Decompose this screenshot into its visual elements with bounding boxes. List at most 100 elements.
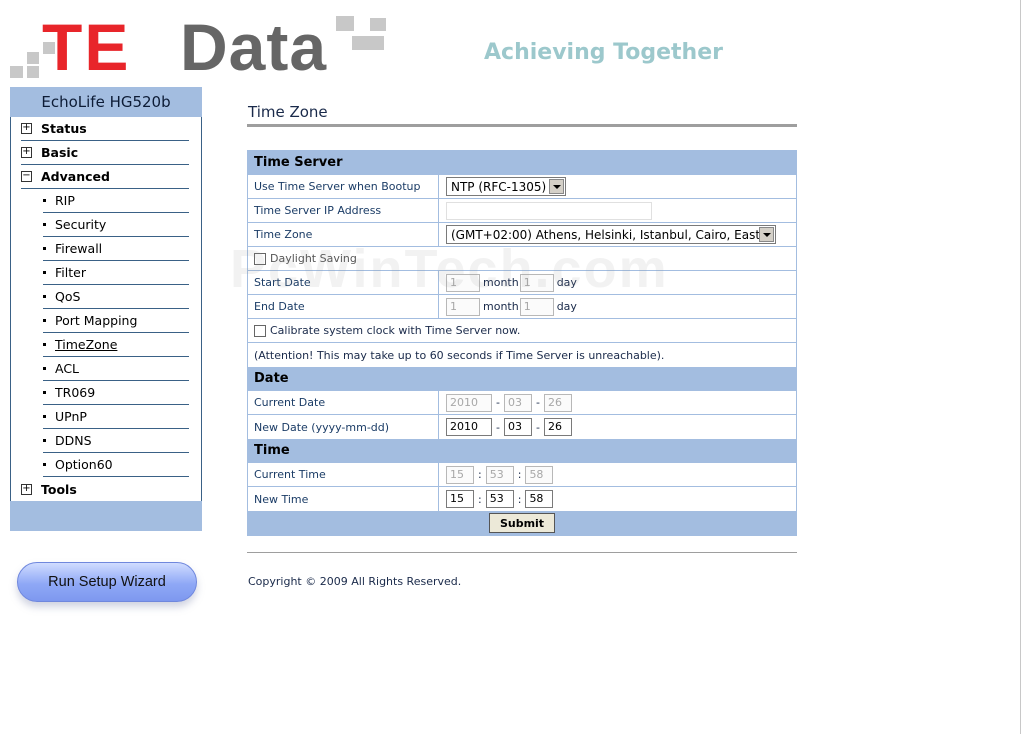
attention-note: (Attention! This may take up to 60 secon… [254, 348, 665, 362]
section-heading-time-server: Time Server [248, 151, 796, 175]
current-date-label: Current Date [248, 391, 439, 414]
logo-square [370, 18, 386, 31]
sidebar-subitem-qos[interactable]: QoS [43, 285, 189, 309]
calibrate-checkbox[interactable] [254, 324, 266, 337]
logo-square [27, 66, 39, 78]
sidebar-subitem-rip[interactable]: RIP [43, 189, 189, 213]
sidebar-subitem-filter[interactable]: Filter [43, 261, 189, 285]
sidebar-subitem-port-mapping[interactable]: Port Mapping [43, 309, 189, 333]
logo-square [366, 36, 384, 50]
use-time-server-label: Use Time Server when Bootup [248, 175, 439, 198]
new-hour-input[interactable]: 15 [446, 490, 474, 508]
sidebar-subitem-acl[interactable]: ACL [43, 357, 189, 381]
daylight-saving-checkbox[interactable] [254, 252, 266, 265]
current-hour-input: 15 [446, 465, 474, 484]
calibrate-label: Calibrate system clock with Time Server … [270, 324, 521, 337]
sidebar-item-status[interactable]: + Status [21, 117, 189, 141]
new-day-input[interactable]: 26 [543, 418, 572, 436]
sidebar-item-label[interactable]: Security [55, 217, 106, 232]
time-zone-label: Time Zone [248, 223, 439, 246]
new-minute-input[interactable]: 53 [485, 490, 514, 508]
time-separator: : [517, 492, 522, 506]
sidebar-item-label[interactable]: QoS [55, 289, 80, 304]
date-separator: - [496, 420, 500, 434]
start-month-input[interactable]: 1 [446, 273, 480, 292]
chevron-down-icon[interactable] [549, 179, 564, 194]
bullet-icon [43, 295, 46, 298]
expand-icon[interactable]: + [21, 483, 32, 495]
chevron-down-icon[interactable] [759, 227, 774, 242]
sidebar-item-tools[interactable]: + Tools [21, 477, 189, 501]
sidebar-item-label[interactable]: Tools [41, 482, 77, 497]
new-date-label: New Date (yyyy-mm-dd) [248, 415, 439, 439]
row-time-zone: Time Zone (GMT+02:00) Athens, Helsinki, … [248, 223, 796, 247]
row-new-date: New Date (yyyy-mm-dd) 2010 - 03 - 26 [248, 415, 796, 439]
date-separator: - [535, 396, 540, 409]
new-month-input[interactable]: 03 [503, 418, 532, 436]
row-calibrate: Calibrate system clock with Time Server … [248, 319, 796, 343]
sidebar-item-label[interactable]: DDNS [55, 433, 92, 448]
sidebar-subitem-security[interactable]: Security [43, 213, 189, 237]
sidebar-menu: + Status + Basic − Advanced RIP Security… [10, 117, 202, 501]
sidebar-item-label[interactable]: UPnP [55, 409, 87, 424]
sidebar-item-advanced[interactable]: − Advanced [21, 165, 189, 189]
sidebar-item-label[interactable]: TimeZone [55, 337, 117, 352]
date-separator: - [496, 396, 500, 409]
sidebar: EchoLife HG520b + Status + Basic − Advan… [10, 87, 202, 531]
new-second-input[interactable]: 58 [525, 490, 554, 508]
frame-border [1020, 0, 1021, 734]
time-server-ip-input[interactable] [446, 201, 652, 220]
end-day-input[interactable]: 1 [519, 297, 554, 316]
sidebar-subitem-upnp[interactable]: UPnP [43, 405, 189, 429]
current-minute-input: 53 [485, 465, 514, 484]
row-current-time: Current Time 15 : 53 : 58 [248, 463, 796, 487]
sidebar-item-label[interactable]: Basic [41, 145, 78, 160]
sidebar-subitem-tr069[interactable]: TR069 [43, 381, 189, 405]
header: TE Data Achieving Together [0, 0, 1022, 86]
sidebar-footer [10, 501, 202, 531]
sidebar-item-label[interactable]: Firewall [55, 241, 102, 256]
page-title: Time Zone [248, 103, 328, 121]
expand-icon[interactable]: + [21, 123, 32, 134]
sidebar-item-label[interactable]: Option60 [55, 457, 113, 472]
new-year-input[interactable]: 2010 [446, 418, 492, 436]
current-month-input: 03 [503, 393, 532, 412]
logo-square [27, 52, 39, 64]
section-heading-date: Date [248, 367, 796, 391]
time-server-protocol-select[interactable]: NTP (RFC-1305) [446, 177, 566, 196]
sidebar-subitem-option60[interactable]: Option60 [43, 453, 189, 477]
collapse-icon[interactable]: − [21, 171, 32, 182]
bullet-icon [43, 199, 46, 202]
device-title: EchoLife HG520b [10, 87, 202, 117]
sidebar-item-label[interactable]: Filter [55, 265, 86, 280]
logo-te: TE [42, 10, 131, 84]
row-use-time-server: Use Time Server when Bootup NTP (RFC-130… [248, 175, 796, 199]
select-value: (GMT+02:00) Athens, Helsinki, Istanbul, … [451, 227, 768, 242]
sidebar-subitem-timezone[interactable]: TimeZone [43, 333, 189, 357]
expand-icon[interactable]: + [21, 147, 32, 158]
run-setup-wizard-button[interactable]: Run Setup Wizard [17, 562, 197, 602]
sidebar-item-label[interactable]: Status [41, 121, 87, 136]
submit-button[interactable]: Submit [488, 513, 556, 533]
select-value: NTP (RFC-1305) [451, 179, 547, 194]
sidebar-subitem-ddns[interactable]: DDNS [43, 429, 189, 453]
footer-divider [247, 552, 797, 553]
time-zone-select[interactable]: (GMT+02:00) Athens, Helsinki, Istanbul, … [446, 225, 776, 244]
end-month-input[interactable]: 1 [446, 297, 480, 316]
time-separator: : [517, 468, 522, 481]
row-new-time: New Time 15 : 53 : 58 [248, 487, 796, 511]
sidebar-item-basic[interactable]: + Basic [21, 141, 189, 165]
bullet-icon [43, 439, 46, 442]
sidebar-item-label[interactable]: Advanced [41, 169, 110, 184]
start-day-input[interactable]: 1 [519, 273, 554, 292]
title-divider [247, 124, 797, 127]
date-separator: - [535, 420, 540, 434]
sidebar-item-label[interactable]: ACL [55, 361, 79, 376]
sidebar-item-label[interactable]: RIP [55, 193, 75, 208]
sidebar-subitem-firewall[interactable]: Firewall [43, 237, 189, 261]
sidebar-item-label[interactable]: Port Mapping [55, 313, 137, 328]
sidebar-item-label[interactable]: TR069 [55, 385, 95, 400]
tagline: Achieving Together [484, 40, 723, 65]
row-current-date: Current Date 2010 - 03 - 26 [248, 391, 796, 415]
logo-square [352, 36, 366, 50]
